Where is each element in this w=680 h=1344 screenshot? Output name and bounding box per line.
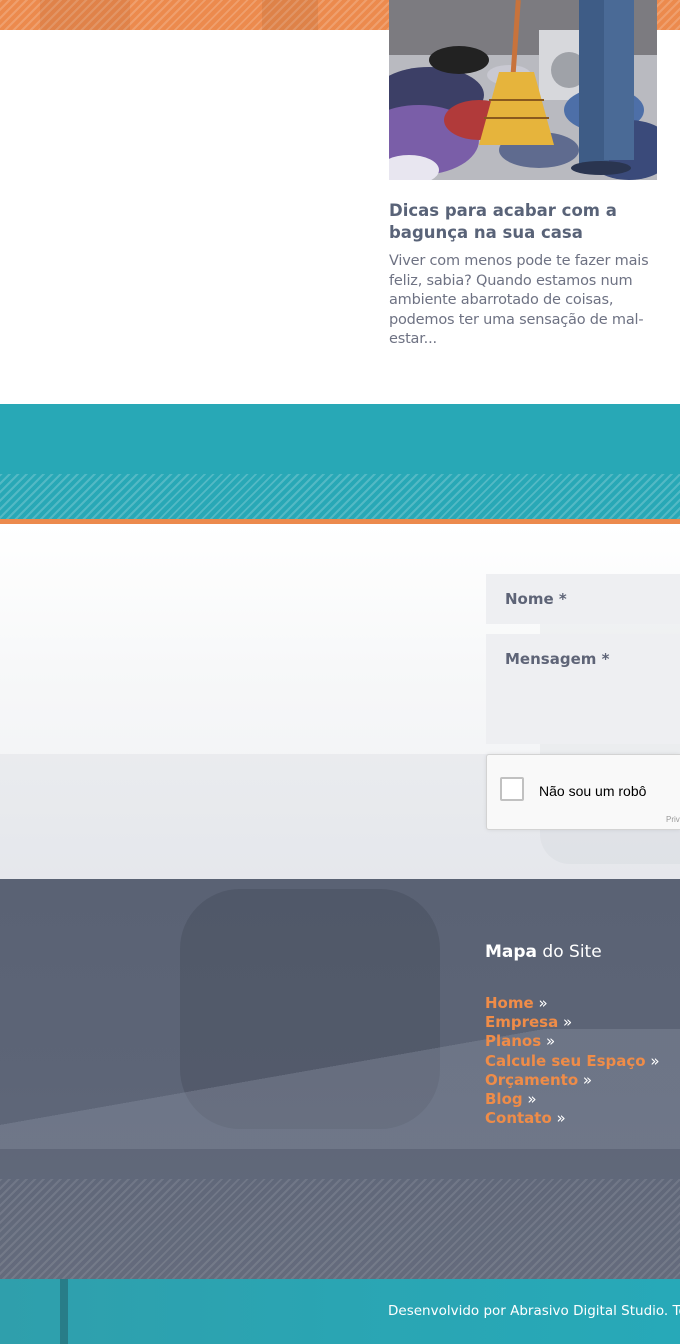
sitemap-heading: Mapa do Site — [485, 942, 602, 962]
stripe-pattern — [0, 474, 680, 520]
raquo-glyph: » — [650, 1051, 660, 1070]
sitemap-item: Calcule seu Espaço » — [485, 1052, 660, 1071]
raquo-glyph: » — [527, 1089, 537, 1108]
blog-post-title[interactable]: Dicas para acabar com a bagunça na sua c… — [389, 200, 649, 244]
recaptcha-privacy-link[interactable]: Priva — [666, 815, 680, 824]
sitemap-item: Home » — [485, 994, 660, 1013]
sitemap-link-blog[interactable]: Blog — [485, 1090, 523, 1108]
broom-and-clothes-photo — [389, 0, 657, 180]
stripe-pattern — [0, 1179, 680, 1279]
raquo-glyph: » — [545, 1032, 556, 1051]
blog-post-image[interactable] — [389, 0, 657, 180]
sitemap-link-empresa[interactable]: Empresa — [485, 1013, 558, 1031]
sitemap-link-planos[interactable]: Planos — [485, 1032, 541, 1050]
sitemap-item: Empresa » — [485, 1013, 660, 1032]
raquo-glyph: » — [556, 1109, 566, 1128]
background-post — [60, 1279, 68, 1344]
raquo-glyph: » — [538, 994, 548, 1012]
checkbox-icon[interactable] — [500, 777, 524, 801]
sitemap-item: Planos » — [485, 1032, 660, 1051]
sitemap-link-home[interactable]: Home — [485, 994, 534, 1012]
sitemap-list: Home » Empresa » Planos » Calcule seu Es… — [485, 994, 660, 1128]
credits-text: Desenvolvido por Abrasivo Digital Studio… — [388, 1303, 680, 1319]
blog-post-excerpt: Viver com menos pode te fazer mais feliz… — [389, 253, 649, 347]
name-input[interactable]: Nome * — [486, 574, 680, 624]
banner-shadow — [40, 0, 130, 30]
raquo-glyph: » — [563, 1013, 573, 1032]
sitemap-link-calcule[interactable]: Calcule seu Espaço — [485, 1052, 646, 1070]
recaptcha-widget: Não sou um robô Priva — [486, 754, 680, 830]
sitemap-item: Blog » — [485, 1090, 660, 1109]
raquo-glyph: » — [582, 1070, 593, 1089]
banner-shadow — [262, 0, 318, 30]
sitemap-item: Contato » — [485, 1109, 660, 1128]
teal-divider-band — [0, 404, 680, 520]
sitemap-item: Orçamento » — [485, 1071, 660, 1090]
sitemap-link-contato[interactable]: Contato — [485, 1109, 552, 1127]
sitemap-heading-rest: do Site — [537, 942, 602, 962]
recaptcha-label: Não sou um robô — [539, 783, 647, 799]
message-textarea[interactable]: Mensagem * — [486, 634, 680, 744]
sitemap-link-orcamento[interactable]: Orçamento — [485, 1071, 578, 1089]
sitemap-heading-bold: Mapa — [485, 942, 538, 962]
